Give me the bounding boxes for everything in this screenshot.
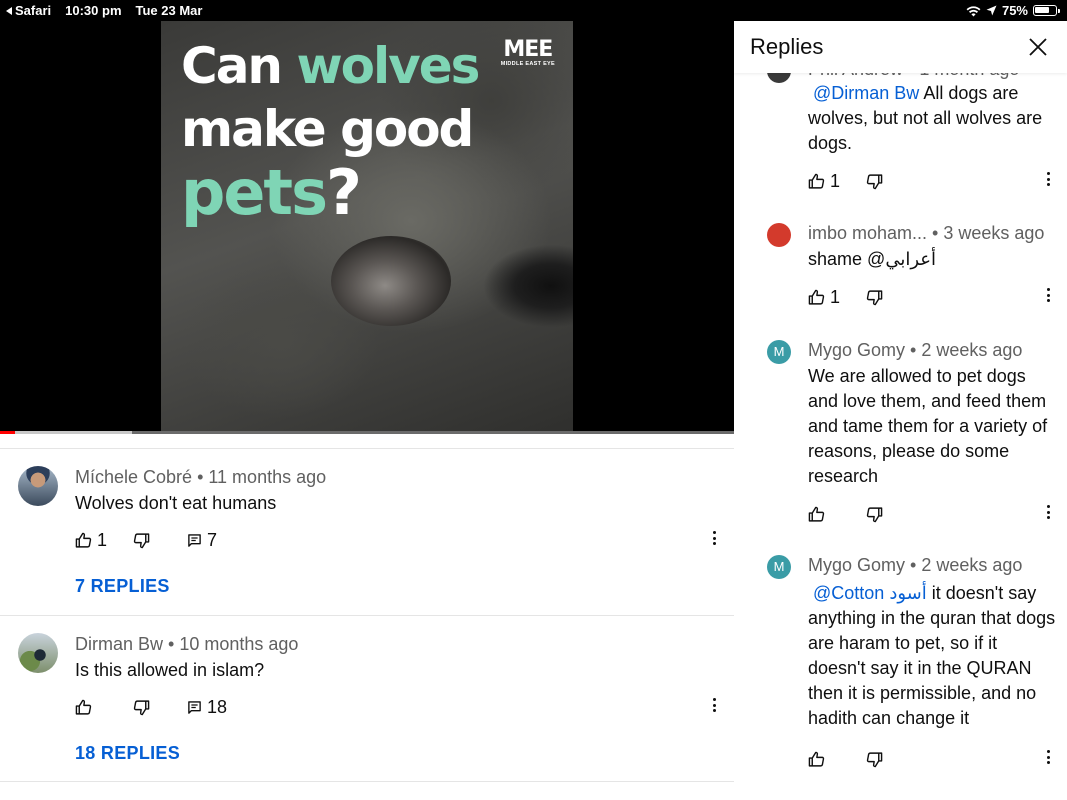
reply-text: shame @أعرابي [808, 249, 936, 269]
thumb-down-icon [133, 699, 150, 715]
reply-actions [808, 503, 1058, 523]
close-button[interactable] [1026, 35, 1050, 59]
more-vertical-icon[interactable] [1045, 288, 1051, 308]
thumb-up-icon [808, 751, 825, 767]
reply-author: Mygo Gomy • 2 weeks ago [808, 555, 1023, 575]
back-to-app[interactable]: Safari [6, 3, 51, 18]
mee-logo: MEE MIDDLE EAST EYE [500, 37, 555, 68]
more-vertical-icon[interactable] [711, 698, 717, 718]
mention-link[interactable]: @Dirman Bw [813, 83, 919, 103]
reply-item: M Mygo Gomy • 2 weeks ago We are allowed… [734, 328, 1067, 538]
like-count: 1 [830, 170, 841, 191]
reply-button[interactable]: 18 [187, 696, 227, 718]
like-button[interactable] [75, 696, 97, 718]
avatar[interactable] [18, 466, 58, 506]
reply-text: @Cotton أسود it doesn't say anything in … [808, 583, 1056, 728]
comment-author: Dirman Bw • 10 months ago [75, 634, 299, 654]
reply-text: We are allowed to pet dogs and love them… [808, 366, 1048, 486]
replies-panel: Replies Phil Andrew • 1 month ago @Dirma… [734, 21, 1067, 800]
reply-actions: 1 [808, 286, 1058, 308]
wolf-eye-image [331, 236, 451, 326]
video-title-overlay: Can wolves make good pets? [181, 37, 480, 229]
dislike-button[interactable] [866, 170, 883, 192]
wifi-icon [966, 5, 981, 16]
comment-actions: 18 [75, 696, 725, 718]
panel-title: Replies [750, 34, 824, 59]
thumb-up-icon [808, 289, 825, 305]
comment-item: Míchele Cobré • 11 months ago Wolves don… [0, 449, 734, 615]
status-date: Tue 23 Mar [135, 3, 203, 18]
avatar[interactable]: M [767, 340, 791, 364]
reply-comment-icon [188, 533, 201, 547]
thumb-up-icon [75, 532, 92, 548]
reply-comment-icon [188, 700, 201, 714]
like-count: 1 [830, 286, 841, 307]
status-time: 10:30 pm [65, 3, 122, 18]
video-frame: Can wolves make good pets? MEE MIDDLE EA… [161, 21, 573, 431]
comment-item: Dirman Bw • 10 months ago Is this allowe… [0, 616, 734, 782]
thumb-up-icon [808, 173, 825, 189]
view-replies-link[interactable]: 18 REPLIES [75, 743, 180, 764]
divider [0, 781, 734, 782]
reply-author: imbo moham... • 3 weeks ago [808, 223, 1045, 243]
close-icon [1029, 38, 1047, 56]
reply-item: M Mygo Gomy • 2 weeks ago @Cotton أسود i… [734, 543, 1067, 800]
location-arrow-icon [986, 5, 997, 16]
battery-percent: 75% [1001, 3, 1028, 18]
dislike-button[interactable] [866, 503, 883, 525]
thumb-down-icon [133, 532, 150, 548]
avatar[interactable] [18, 633, 58, 673]
thumb-down-icon [866, 289, 883, 305]
more-vertical-icon[interactable] [1045, 172, 1051, 192]
reply-actions: 1 [808, 170, 1058, 192]
more-vertical-icon[interactable] [1045, 750, 1051, 770]
more-vertical-icon[interactable] [711, 531, 717, 551]
mention-link[interactable]: @Cotton أسود [813, 583, 927, 603]
like-button[interactable]: 1 [808, 286, 840, 308]
dislike-button[interactable] [133, 529, 150, 551]
thumb-down-icon [866, 751, 883, 767]
reply-button[interactable]: 7 [187, 529, 217, 551]
reply-count: 7 [207, 529, 218, 550]
like-button[interactable] [808, 503, 825, 525]
view-replies-link[interactable]: 7 REPLIES [75, 576, 170, 597]
reply-text: @Dirman Bw All dogs are wolves, but not … [808, 83, 1043, 153]
thumb-up-icon [808, 506, 825, 522]
thumb-down-icon [866, 506, 883, 522]
more-vertical-icon[interactable] [1045, 505, 1051, 525]
reply-item: imbo moham... • 3 weeks ago shame @أعراب… [734, 211, 1067, 321]
reply-actions [808, 748, 1058, 768]
replies-panel-header: Replies [734, 21, 1067, 73]
status-bar: Safari 10:30 pm Tue 23 Mar 75% [0, 0, 1067, 21]
thumb-up-icon [75, 699, 92, 715]
avatar[interactable] [767, 223, 791, 247]
battery-icon [1033, 5, 1060, 16]
comment-author: Míchele Cobré • 11 months ago [75, 467, 327, 487]
comment-actions: 1 7 [75, 529, 725, 551]
video-player[interactable]: Can wolves make good pets? MEE MIDDLE EA… [0, 21, 734, 431]
like-count: 1 [97, 529, 108, 550]
reply-count: 18 [207, 696, 228, 717]
dislike-button[interactable] [866, 748, 883, 770]
back-arrow-icon [6, 7, 12, 15]
thumb-down-icon [866, 173, 883, 189]
avatar[interactable]: M [767, 555, 791, 579]
like-button[interactable]: 1 [75, 529, 107, 551]
like-button[interactable] [808, 748, 825, 770]
reply-author: Mygo Gomy • 2 weeks ago [808, 340, 1023, 360]
comments-list: Míchele Cobré • 11 months ago Wolves don… [0, 434, 734, 800]
like-button[interactable]: 1 [808, 170, 840, 192]
comment-text: Wolves don't eat humans [75, 493, 277, 513]
comment-text: Is this allowed in islam? [75, 660, 265, 680]
dislike-button[interactable] [133, 696, 150, 718]
dislike-button[interactable] [866, 286, 883, 308]
